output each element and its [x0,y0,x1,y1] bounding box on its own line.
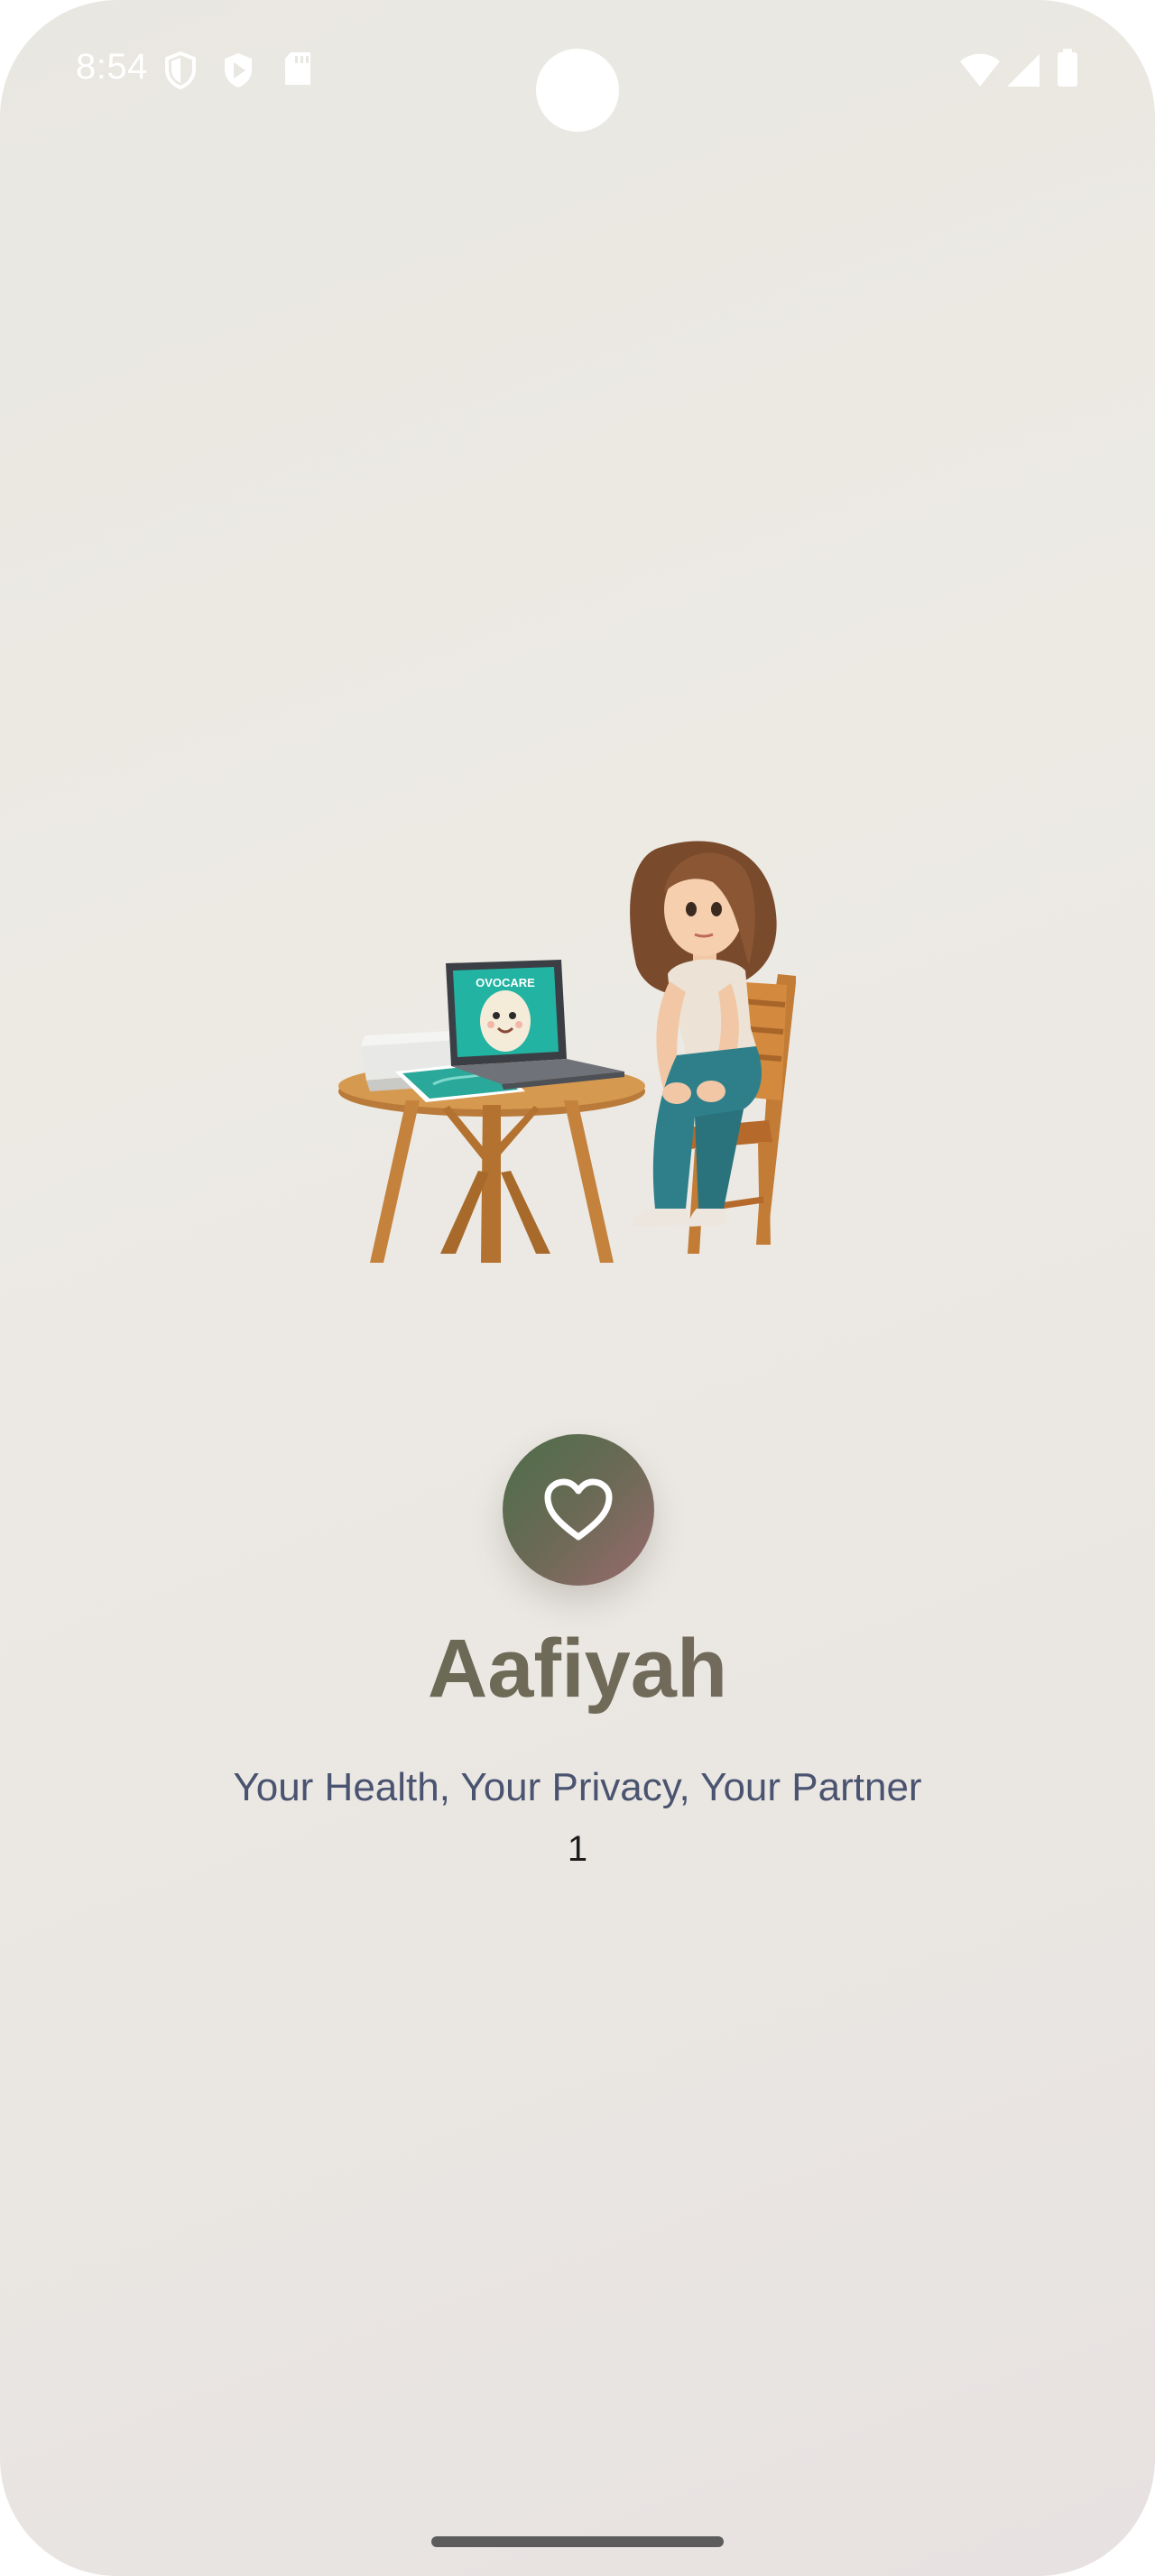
app-logo [503,1434,654,1586]
laptop-screen-text: OVOCARE [476,976,535,989]
phone-screen: 8:54 OVOCARE Aafiyah Your Health, Your P… [0,0,1155,2576]
gesture-nav-handle[interactable] [431,2536,724,2547]
sd-card-icon [282,51,314,91]
status-time: 8:54 [76,47,148,87]
play-store-icon [220,51,256,95]
loading-counter: 1 [567,1829,588,1869]
laptop: OVOCARE [446,960,624,1090]
shield-icon [162,51,199,95]
cellular-signal-icon [1005,52,1041,93]
front-camera [536,49,619,132]
app-title: Aafiyah [0,1615,1155,1723]
heart-icon [544,1478,613,1541]
wifi-icon [958,52,1002,93]
status-bar: 8:54 [0,0,1155,144]
onboarding-illustration: OVOCARE [338,841,796,1263]
app-tagline: Your Health, Your Privacy, Your Partner [233,1765,922,1809]
battery-icon [1056,49,1079,93]
